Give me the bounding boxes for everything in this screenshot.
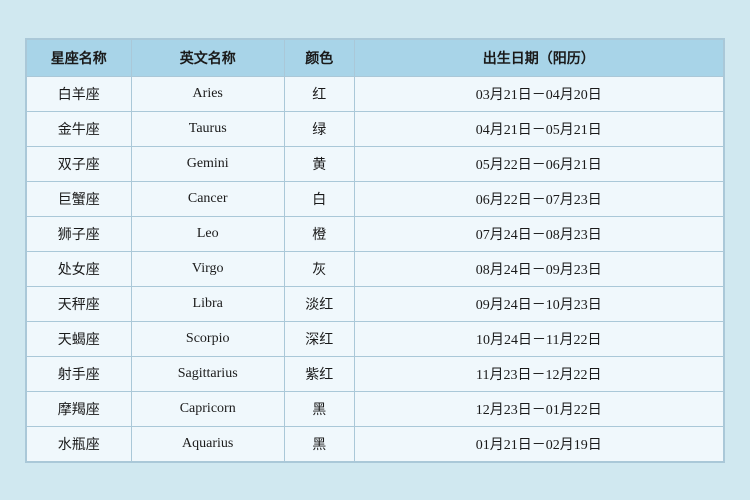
cell-color: 白: [284, 181, 354, 216]
cell-date: 03月21日－04月20日: [354, 76, 723, 111]
cell-color: 橙: [284, 216, 354, 251]
table-row: 射手座Sagittarius紫红11月23日－12月22日: [27, 356, 724, 391]
cell-cn: 天秤座: [27, 286, 132, 321]
table-header-row: 星座名称 英文名称 颜色 出生日期（阳历）: [27, 39, 724, 76]
table-row: 天秤座Libra淡红09月24日－10月23日: [27, 286, 724, 321]
table-row: 金牛座Taurus绿04月21日－05月21日: [27, 111, 724, 146]
cell-cn: 双子座: [27, 146, 132, 181]
header-color: 颜色: [284, 39, 354, 76]
cell-en: Aquarius: [131, 426, 284, 461]
header-cn: 星座名称: [27, 39, 132, 76]
cell-cn: 水瓶座: [27, 426, 132, 461]
table-row: 处女座Virgo灰08月24日－09月23日: [27, 251, 724, 286]
cell-color: 黑: [284, 426, 354, 461]
cell-color: 灰: [284, 251, 354, 286]
table-row: 天蝎座Scorpio深红10月24日－11月22日: [27, 321, 724, 356]
cell-en: Taurus: [131, 111, 284, 146]
cell-en: Leo: [131, 216, 284, 251]
cell-cn: 白羊座: [27, 76, 132, 111]
cell-color: 绿: [284, 111, 354, 146]
table-row: 巨蟹座Cancer白06月22日－07月23日: [27, 181, 724, 216]
header-date: 出生日期（阳历）: [354, 39, 723, 76]
cell-cn: 天蝎座: [27, 321, 132, 356]
table-row: 水瓶座Aquarius黑01月21日－02月19日: [27, 426, 724, 461]
zodiac-table-container: 星座名称 英文名称 颜色 出生日期（阳历） 白羊座Aries红03月21日－04…: [25, 38, 725, 463]
cell-cn: 摩羯座: [27, 391, 132, 426]
cell-date: 06月22日－07月23日: [354, 181, 723, 216]
cell-en: Capricorn: [131, 391, 284, 426]
table-row: 双子座Gemini黄05月22日－06月21日: [27, 146, 724, 181]
cell-en: Scorpio: [131, 321, 284, 356]
cell-date: 08月24日－09月23日: [354, 251, 723, 286]
cell-date: 05月22日－06月21日: [354, 146, 723, 181]
cell-color: 深红: [284, 321, 354, 356]
cell-color: 紫红: [284, 356, 354, 391]
cell-date: 01月21日－02月19日: [354, 426, 723, 461]
cell-en: Libra: [131, 286, 284, 321]
cell-date: 07月24日－08月23日: [354, 216, 723, 251]
table-row: 摩羯座Capricorn黑12月23日－01月22日: [27, 391, 724, 426]
cell-color: 黑: [284, 391, 354, 426]
cell-cn: 金牛座: [27, 111, 132, 146]
cell-cn: 狮子座: [27, 216, 132, 251]
zodiac-table: 星座名称 英文名称 颜色 出生日期（阳历） 白羊座Aries红03月21日－04…: [26, 39, 724, 462]
cell-cn: 处女座: [27, 251, 132, 286]
cell-cn: 巨蟹座: [27, 181, 132, 216]
cell-en: Virgo: [131, 251, 284, 286]
cell-date: 09月24日－10月23日: [354, 286, 723, 321]
cell-color: 红: [284, 76, 354, 111]
table-row: 白羊座Aries红03月21日－04月20日: [27, 76, 724, 111]
cell-en: Gemini: [131, 146, 284, 181]
cell-en: Sagittarius: [131, 356, 284, 391]
table-row: 狮子座Leo橙07月24日－08月23日: [27, 216, 724, 251]
cell-date: 10月24日－11月22日: [354, 321, 723, 356]
cell-date: 12月23日－01月22日: [354, 391, 723, 426]
cell-date: 04月21日－05月21日: [354, 111, 723, 146]
cell-color: 淡红: [284, 286, 354, 321]
cell-color: 黄: [284, 146, 354, 181]
cell-cn: 射手座: [27, 356, 132, 391]
header-en: 英文名称: [131, 39, 284, 76]
cell-en: Cancer: [131, 181, 284, 216]
cell-en: Aries: [131, 76, 284, 111]
cell-date: 11月23日－12月22日: [354, 356, 723, 391]
